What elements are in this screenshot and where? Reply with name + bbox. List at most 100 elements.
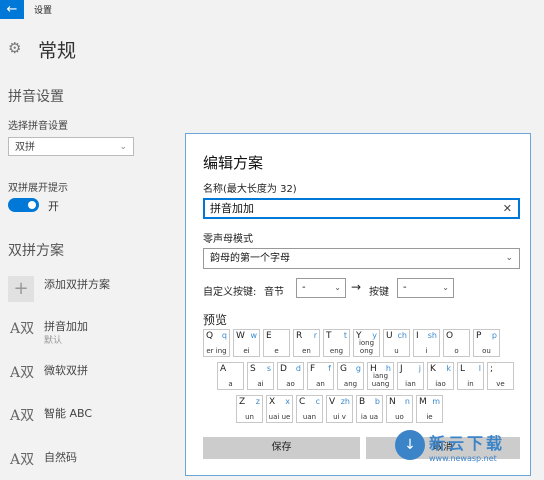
key-final: ang: [343, 380, 358, 388]
key-initial: z: [255, 397, 260, 406]
syllable-select[interactable]: - ⌄: [296, 278, 346, 298]
key-initial: f: [328, 364, 331, 373]
scheme-name[interactable]: 微软双拼: [44, 362, 88, 378]
key-letter: M: [419, 397, 427, 407]
scheme-name[interactable]: 智能 ABC: [44, 405, 92, 421]
key-final: ao: [286, 380, 295, 388]
key-initial: q: [221, 331, 227, 340]
key-final: ve: [496, 380, 505, 388]
scheme-name[interactable]: 自然码: [44, 449, 77, 465]
key-initial: c: [315, 397, 320, 406]
add-scheme-button[interactable]: +: [8, 276, 34, 302]
key-initial: ch: [397, 331, 407, 340]
key-initial: j: [418, 364, 421, 373]
syllable-value: -: [302, 282, 306, 293]
keyboard-key: Yy iong ong: [353, 329, 380, 357]
keyboard-key: Xx uai ue: [266, 395, 293, 423]
chevron-down-icon: ⌄: [442, 283, 449, 292]
key-final: iang uang: [371, 372, 390, 388]
key-final: e: [274, 347, 279, 355]
keyboard-key: Tt eng: [323, 329, 350, 357]
key-letter: P: [476, 331, 482, 341]
zero-mode-value: 韵母的第一个字母: [210, 253, 290, 264]
key-label: 按键: [369, 287, 389, 298]
watermark-logo: ↓ 新云下载 www.newasp.net: [395, 430, 540, 476]
key-letter: B: [359, 397, 366, 407]
keyboard-key: Ww ei: [233, 329, 260, 357]
key-final: en: [302, 347, 311, 355]
key-letter: X: [269, 397, 276, 407]
key-final: un: [245, 413, 254, 421]
expand-hint-label: 双拼展开提示: [8, 183, 68, 194]
key-initial: w: [250, 331, 257, 340]
keyboard-key: Ee: [263, 329, 290, 357]
back-arrow-icon[interactable]: ←: [0, 0, 24, 19]
keyboard-key: Mm ie: [416, 395, 443, 423]
scheme-icon: A双: [10, 452, 35, 468]
keyboard-key: Oo: [443, 329, 470, 357]
keyboard-key: Rr en: [293, 329, 320, 357]
name-label: 名称(最大长度为 32): [203, 184, 297, 195]
scheme-name-input[interactable]: 拼音加加 ✕: [203, 198, 520, 219]
key-final: uo: [395, 413, 404, 421]
zero-mode-select[interactable]: 韵母的第一个字母 ⌄: [203, 248, 520, 269]
key-final: a: [228, 380, 233, 388]
key-initial: t: [343, 331, 347, 340]
key-final: ei: [243, 347, 250, 355]
select-pinyin-label: 选择拼音设置: [8, 121, 68, 132]
scheme-icon: A双: [10, 365, 35, 381]
key-initial: b: [374, 397, 380, 406]
keyboard-key: Dd ao: [277, 362, 304, 390]
key-initial: n: [404, 397, 410, 406]
key-value: -: [403, 282, 407, 293]
key-letter: J: [400, 364, 403, 374]
download-arrow-icon: ↓: [395, 430, 425, 460]
key-letter: C: [299, 397, 306, 407]
key-select[interactable]: - ⌄: [397, 278, 454, 298]
key-initial: p: [491, 331, 497, 340]
scheme-section-heading: 双拼方案: [8, 243, 64, 259]
keyboard-key: Jj ian: [397, 362, 424, 390]
pinyin-mode-select[interactable]: 双拼 ⌄: [8, 137, 134, 156]
key-letter: A: [220, 364, 227, 374]
key-letter: N: [389, 397, 396, 407]
key-final: ie: [426, 413, 433, 421]
key-letter: D: [280, 364, 287, 374]
keyboard-key: Zz un: [236, 395, 263, 423]
key-letter: K: [430, 364, 436, 374]
key-initial: m: [432, 397, 440, 406]
keyboard-key: Nn uo: [386, 395, 413, 423]
key-letter: Q: [206, 331, 214, 341]
keyboard-key: Ish i: [413, 329, 440, 357]
key-initial: g: [355, 364, 361, 373]
key-final: i: [425, 347, 428, 355]
key-initial: x: [285, 397, 290, 406]
expand-hint-toggle[interactable]: [8, 198, 39, 212]
key-initial: d: [295, 364, 301, 373]
key-letter: I: [416, 331, 419, 341]
scheme-icon: A双: [10, 408, 35, 424]
watermark-name: 新云下载: [429, 434, 506, 453]
save-button[interactable]: 保存: [203, 437, 360, 459]
key-letter: L: [460, 364, 466, 374]
key-final: uan: [302, 413, 317, 421]
pinyin-section-heading: 拼音设置: [8, 89, 64, 105]
key-final: er ing: [206, 347, 227, 355]
window-title: 设置: [34, 6, 53, 16]
gear-icon: ⚙: [8, 39, 22, 57]
clear-icon[interactable]: ✕: [503, 200, 512, 217]
key-final: an: [316, 380, 325, 388]
keyboard-key: Ff an: [307, 362, 334, 390]
keyboard-key: Kk iao: [427, 362, 454, 390]
key-final: uai ue: [268, 413, 291, 421]
key-final: iong ong: [358, 339, 375, 355]
key-letter: R: [296, 331, 303, 341]
key-final: in: [467, 380, 474, 388]
key-final: ou: [482, 347, 491, 355]
key-letter: U: [386, 331, 393, 341]
key-final: u: [394, 347, 399, 355]
scheme-name[interactable]: 拼音加加: [44, 318, 88, 334]
add-scheme-label[interactable]: 添加双拼方案: [44, 276, 110, 292]
preview-label: 预览: [203, 313, 228, 327]
key-letter: W: [236, 331, 245, 341]
